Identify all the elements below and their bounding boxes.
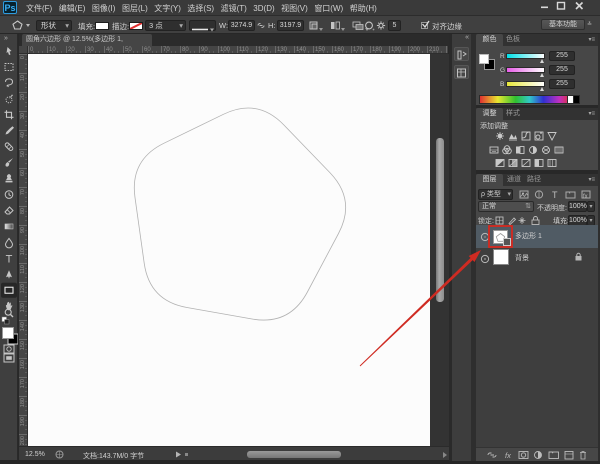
svg-text:T: T xyxy=(6,253,13,265)
svg-text:T: T xyxy=(552,190,558,200)
svg-text:fx: fx xyxy=(583,194,588,200)
svg-text:fx: fx xyxy=(505,451,511,460)
